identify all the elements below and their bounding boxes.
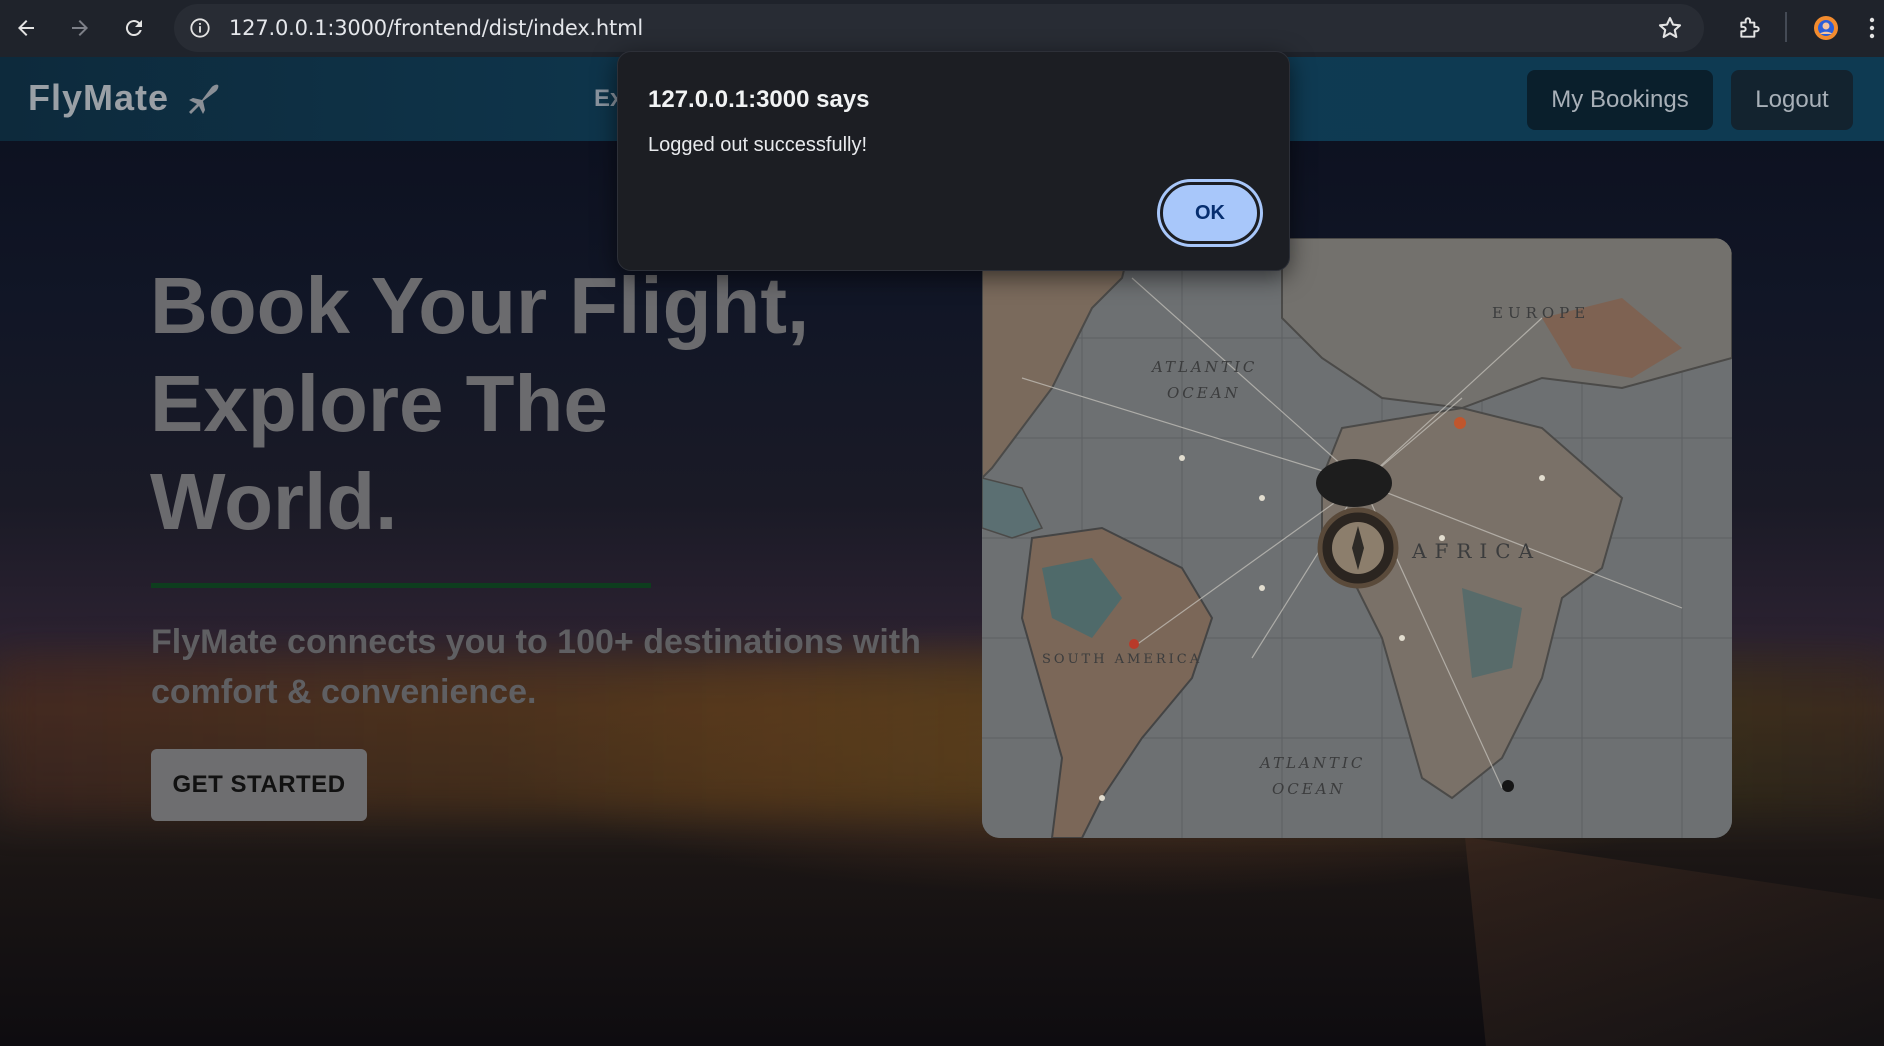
forward-button[interactable] [60, 8, 100, 48]
reload-button[interactable] [114, 8, 154, 48]
hero-subtitle-line: FlyMate connects you to 100+ destination… [151, 623, 921, 661]
compass-icon [1316, 459, 1399, 589]
arrow-left-icon [18, 20, 34, 36]
hero-title-line: Book Your Flight, [150, 261, 810, 350]
hero-subtitle-line: comfort & convenience. [151, 673, 537, 711]
hero-title-line: Explore The [150, 359, 608, 448]
hero-subtitle: FlyMate connects you to 100+ destination… [151, 617, 941, 717]
svg-text:ATLANTIC: ATLANTIC [1150, 358, 1257, 376]
toolbar-divider [1785, 12, 1787, 42]
browser-menu-button[interactable] [1860, 8, 1884, 48]
alert-dialog: 127.0.0.1:3000 says Logged out successfu… [617, 51, 1290, 271]
brand-logo[interactable]: FlyMate [28, 77, 223, 119]
profile-button[interactable] [1806, 8, 1846, 48]
address-bar[interactable]: 127.0.0.1:3000/frontend/dist/index.html [174, 4, 1704, 52]
world-map-image: ATLANTIC OCEAN ATLANTIC OCEAN SOUTH AMER… [982, 238, 1732, 838]
extensions-button[interactable] [1730, 8, 1770, 48]
profile-avatar-icon [1814, 16, 1838, 40]
reload-icon [125, 20, 142, 37]
brand-name: FlyMate [28, 77, 170, 118]
svg-text:SOUTH AMERICA: SOUTH AMERICA [1042, 652, 1202, 667]
get-started-button[interactable]: GET STARTED [151, 749, 367, 821]
logout-button[interactable]: Logout [1731, 70, 1853, 130]
airplane-icon [189, 84, 219, 114]
site-info-button[interactable] [184, 12, 216, 44]
my-bookings-button[interactable]: My Bookings [1527, 70, 1713, 130]
back-button[interactable] [6, 8, 46, 48]
svg-text:OCEAN: OCEAN [1167, 384, 1241, 402]
ok-button[interactable]: OK [1160, 182, 1260, 244]
airplane-wing-image [1465, 837, 1884, 1046]
hero-title-line: World. [150, 457, 398, 546]
dialog-title: 127.0.0.1:3000 says [648, 86, 870, 113]
kebab-menu-icon [1869, 17, 1875, 39]
svg-text:AFRICA: AFRICA [1411, 539, 1541, 563]
hero-divider [151, 583, 651, 588]
star-icon[interactable] [1656, 14, 1684, 42]
svg-text:OCEAN: OCEAN [1272, 780, 1346, 798]
url-text[interactable]: 127.0.0.1:3000/frontend/dist/index.html [229, 16, 643, 40]
browser-toolbar: 127.0.0.1:3000/frontend/dist/index.html [0, 0, 1884, 57]
info-icon [190, 18, 210, 38]
svg-text:ATLANTIC: ATLANTIC [1258, 754, 1365, 772]
dialog-message: Logged out successfully! [648, 134, 868, 156]
hero-title: Book Your Flight, Explore The World. [150, 257, 910, 551]
svg-text:EUROPE: EUROPE [1492, 304, 1590, 322]
arrow-right-icon [72, 20, 88, 36]
puzzle-icon [1740, 17, 1760, 38]
